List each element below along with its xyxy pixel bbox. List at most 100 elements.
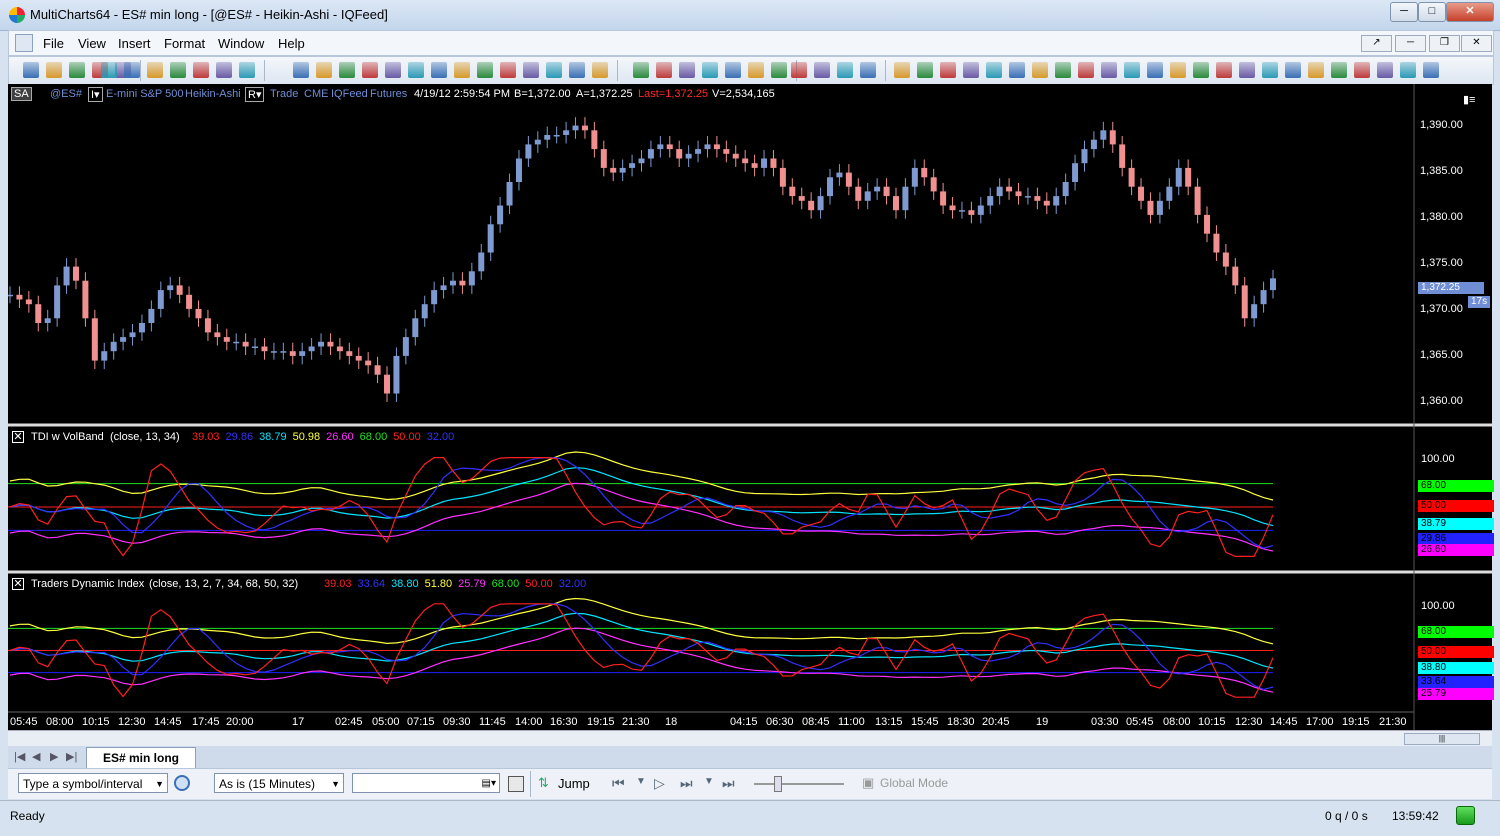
toolbar-tool-icon[interactable] <box>894 62 910 78</box>
back-dropdown-icon[interactable]: ▼ <box>636 776 646 787</box>
toolbar-tool-icon[interactable] <box>124 62 140 78</box>
mdi-restore-float-icon[interactable]: ↗ <box>1361 35 1392 52</box>
toolbar-tool-icon[interactable] <box>1308 62 1324 78</box>
toolbar-tool-icon[interactable] <box>986 62 1002 78</box>
chart-scrollbar[interactable]: ||| <box>8 730 1492 747</box>
toolbar-tool-icon[interactable] <box>454 62 470 78</box>
end-icon[interactable]: ⏭ <box>722 775 735 792</box>
toolbar-tool-icon[interactable] <box>1331 62 1347 78</box>
chart-options-icon[interactable]: ▮≡ <box>1463 93 1475 106</box>
menu-view[interactable]: View <box>78 36 106 51</box>
menu-file[interactable]: File <box>43 36 64 51</box>
forward-dropdown-icon[interactable]: ▼ <box>704 776 714 787</box>
toolbar-tool-icon[interactable] <box>477 62 493 78</box>
toolbar-tool-icon[interactable] <box>362 62 378 78</box>
speed-slider-thumb[interactable] <box>774 776 782 792</box>
step-back-icon[interactable]: ⏮ <box>612 775 625 792</box>
indicator2-close-icon[interactable]: ✕ <box>12 578 24 590</box>
globe-icon[interactable] <box>174 775 190 791</box>
chart-type-menu-icon[interactable]: R▾ <box>245 87 265 102</box>
mdi-maximize-icon[interactable]: ❐ <box>1429 35 1460 52</box>
toolbar-tool-icon[interactable] <box>170 62 186 78</box>
connection-status-icon[interactable] <box>1456 806 1475 825</box>
toolbar-tool-icon[interactable] <box>679 62 695 78</box>
toolbar-tool-icon[interactable] <box>1009 62 1025 78</box>
indicator1-close-icon[interactable]: ✕ <box>12 431 24 443</box>
toolbar-tool-icon[interactable] <box>339 62 355 78</box>
tab-first-icon[interactable]: |◀ <box>14 750 25 763</box>
play-icon[interactable]: ▷ <box>654 775 665 792</box>
mdi-close-icon[interactable]: ✕ <box>1461 35 1492 52</box>
jump-button[interactable]: Jump <box>558 776 590 791</box>
chart-window[interactable]: SA @ES# I▾ E-mini S&P 500 Heikin-Ashi R▾… <box>8 84 1494 730</box>
resolution-select[interactable]: As is (15 Minutes) ▼ <box>214 773 344 793</box>
scroll-thumb[interactable]: ||| <box>1404 733 1480 745</box>
toolbar-tool-icon[interactable] <box>101 62 117 78</box>
tab-prev-icon[interactable]: ◀ <box>32 750 40 763</box>
grid-icon[interactable] <box>508 776 524 792</box>
toolbar-tool-icon[interactable] <box>791 62 807 78</box>
minimize-button[interactable]: ─ <box>1390 2 1418 22</box>
toolbar-tool-icon[interactable] <box>917 62 933 78</box>
toolbar-tool-icon[interactable] <box>408 62 424 78</box>
toolbar-tool-icon[interactable] <box>500 62 516 78</box>
toolbar-tool-icon[interactable] <box>523 62 539 78</box>
symbol-menu-icon[interactable]: I▾ <box>88 87 103 102</box>
toolbar-tool-icon[interactable] <box>1400 62 1416 78</box>
toolbar-tool-icon[interactable] <box>725 62 741 78</box>
toolbar-tool-icon[interactable] <box>46 62 62 78</box>
toolbar-tool-icon[interactable] <box>1124 62 1140 78</box>
global-mode-button[interactable]: Global Mode <box>880 776 948 790</box>
chart-canvas[interactable] <box>8 84 1492 730</box>
toolbar-tool-icon[interactable] <box>23 62 39 78</box>
toolbar-tool-icon[interactable] <box>860 62 876 78</box>
toolbar-tool-icon[interactable] <box>702 62 718 78</box>
chevron-down-icon[interactable]: ▼ <box>331 774 340 794</box>
speed-slider[interactable] <box>754 783 844 785</box>
chevron-down-icon[interactable]: ▼ <box>155 774 164 794</box>
step-forward-icon[interactable]: ⏭ <box>680 775 693 792</box>
maximize-button[interactable]: □ <box>1418 2 1446 22</box>
toolbar-tool-icon[interactable] <box>1216 62 1232 78</box>
toolbar-tool-icon[interactable] <box>385 62 401 78</box>
toolbar-tool-icon[interactable] <box>748 62 764 78</box>
toolbar-tool-icon[interactable] <box>239 62 255 78</box>
toolbar-tool-icon[interactable] <box>569 62 585 78</box>
toolbar-tool-icon[interactable] <box>633 62 649 78</box>
close-button[interactable]: ✕ <box>1446 2 1494 22</box>
toolbar-tool-icon[interactable] <box>1239 62 1255 78</box>
calendar-icon[interactable]: ▤▾ <box>482 774 496 794</box>
toolbar-tool-icon[interactable] <box>592 62 608 78</box>
toolbar-tool-icon[interactable] <box>940 62 956 78</box>
toolbar-tool-icon[interactable] <box>1193 62 1209 78</box>
toolbar-tool-icon[interactable] <box>1101 62 1117 78</box>
toolbar-tool-icon[interactable] <box>546 62 562 78</box>
toolbar-tool-icon[interactable] <box>1032 62 1048 78</box>
symbol-input[interactable]: Type a symbol/interval ▼ <box>18 773 168 793</box>
menu-format[interactable]: Format <box>164 36 205 51</box>
mdi-minimize-icon[interactable]: ─ <box>1395 35 1426 52</box>
toolbar-tool-icon[interactable] <box>1377 62 1393 78</box>
date-input[interactable]: ▤▾ <box>352 773 500 793</box>
toolbar-tool-icon[interactable] <box>963 62 979 78</box>
toolbar-tool-icon[interactable] <box>814 62 830 78</box>
toolbar-tool-icon[interactable] <box>431 62 447 78</box>
toolbar-tool-icon[interactable] <box>837 62 853 78</box>
toolbar-tool-icon[interactable] <box>216 62 232 78</box>
document-icon[interactable] <box>15 34 33 52</box>
menu-insert[interactable]: Insert <box>118 36 151 51</box>
tab-next-icon[interactable]: ▶ <box>50 750 58 763</box>
toolbar-tool-icon[interactable] <box>193 62 209 78</box>
tab-last-icon[interactable]: ▶| <box>66 750 77 763</box>
toolbar-tool-icon[interactable] <box>1055 62 1071 78</box>
toolbar-tool-icon[interactable] <box>1285 62 1301 78</box>
toolbar-tool-icon[interactable] <box>293 62 309 78</box>
menu-help[interactable]: Help <box>278 36 305 51</box>
tab-es-min-long[interactable]: ES# min long <box>86 747 197 768</box>
toolbar-tool-icon[interactable] <box>69 62 85 78</box>
toolbar-tool-icon[interactable] <box>771 62 787 78</box>
toolbar-tool-icon[interactable] <box>656 62 672 78</box>
toolbar-tool-icon[interactable] <box>316 62 332 78</box>
toolbar-tool-icon[interactable] <box>147 62 163 78</box>
toolbar-tool-icon[interactable] <box>1354 62 1370 78</box>
